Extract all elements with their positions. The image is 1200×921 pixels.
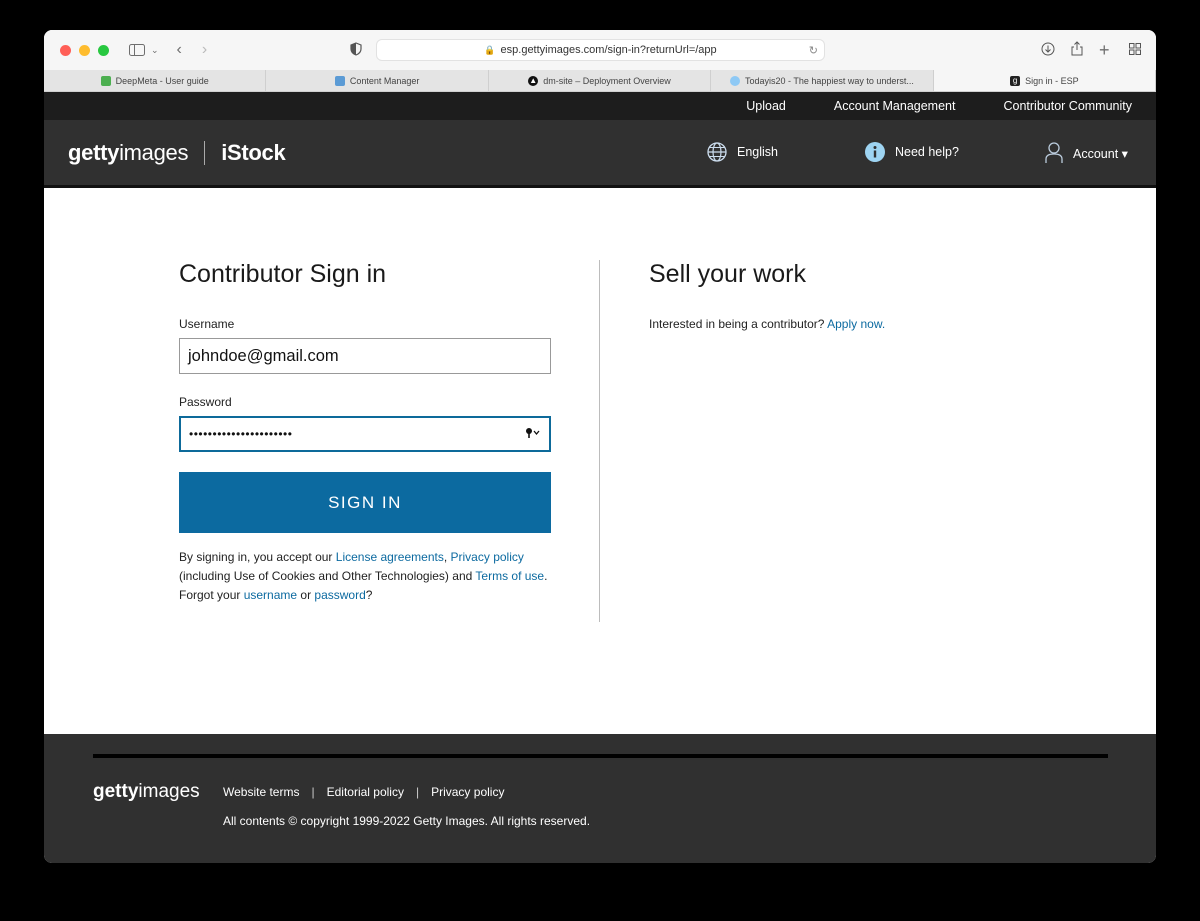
- sign-in-button[interactable]: SIGN IN: [179, 472, 551, 533]
- site-logo[interactable]: getty images iStock: [68, 139, 286, 166]
- getty-favicon-icon: g: [1010, 75, 1021, 86]
- back-icon[interactable]: ‹: [177, 41, 182, 59]
- browser-toolbar: ⌄ ‹ › 🔒 esp.gettyimages.com/sign-in?retu…: [44, 30, 1156, 70]
- browser-window: ⌄ ‹ › 🔒 esp.gettyimages.com/sign-in?retu…: [44, 30, 1156, 863]
- logo-separator: [204, 140, 206, 165]
- sidebar-toggle-icon[interactable]: [129, 44, 145, 56]
- tab-sign-in-esp[interactable]: g Sign in - ESP: [933, 70, 1156, 91]
- keychain-icon[interactable]: [525, 427, 541, 442]
- zoom-window-button[interactable]: [98, 44, 109, 56]
- content-manager-favicon-icon: [334, 75, 345, 86]
- forgot-question: ?: [365, 588, 373, 602]
- editorial-policy-link[interactable]: Editorial policy: [327, 785, 404, 799]
- tab-title: Sign in - ESP: [1025, 75, 1079, 86]
- username-input[interactable]: johndoe@gmail.com: [179, 338, 551, 374]
- footer-links: Website terms | Editorial policy | Priva…: [223, 785, 504, 799]
- close-window-button[interactable]: [60, 44, 71, 56]
- site-footer: gettyimages Website terms | Editorial po…: [44, 734, 1156, 863]
- password-label: Password: [179, 395, 232, 409]
- tab-overview-icon[interactable]: [1129, 43, 1141, 55]
- legal-comma: ,: [443, 550, 451, 564]
- copyright-text: All contents © copyright 1999-2022 Getty…: [223, 814, 591, 828]
- username-label: Username: [179, 317, 235, 331]
- address-bar[interactable]: 🔒 esp.gettyimages.com/sign-in?returnUrl=…: [376, 39, 825, 61]
- url-text: esp.gettyimages.com/sign-in?returnUrl=/a…: [500, 44, 717, 56]
- brand-bar: getty images iStock English Need help? Ac…: [44, 120, 1156, 188]
- chevron-down-icon[interactable]: ⌄: [151, 45, 159, 56]
- download-icon[interactable]: [1041, 42, 1055, 56]
- deepmeta-favicon-icon: [100, 75, 111, 86]
- minimize-window-button[interactable]: [79, 44, 90, 56]
- account-menu[interactable]: Account ▾: [1045, 142, 1128, 164]
- logo-getty: getty: [68, 139, 120, 165]
- footer-logo-images: images: [138, 781, 200, 802]
- account-label: Account ▾: [1073, 146, 1128, 161]
- contributor-community-link[interactable]: Contributor Community: [1003, 99, 1132, 113]
- tab-dm-site[interactable]: ▲ dm-site – Deployment Overview: [489, 70, 712, 91]
- terms-of-use-link[interactable]: Terms of use: [475, 569, 544, 583]
- contributor-text: Interested in being a contributor?: [649, 317, 828, 331]
- sell-your-work: Sell your work Interested in being a con…: [649, 260, 1069, 331]
- sign-in-title: Contributor Sign in: [179, 260, 387, 288]
- forward-icon[interactable]: ›: [202, 41, 207, 59]
- privacy-policy-link[interactable]: Privacy policy: [451, 550, 524, 564]
- tab-todayis20[interactable]: Todayis20 - The happiest way to underst.…: [711, 70, 934, 91]
- forgot-username-link[interactable]: username: [244, 588, 297, 602]
- todayis20-favicon-icon: [729, 75, 740, 86]
- license-agreements-link[interactable]: License agreements: [336, 550, 444, 564]
- tab-content-manager[interactable]: Content Manager: [266, 70, 489, 91]
- tab-title: Todayis20 - The happiest way to underst.…: [744, 75, 914, 86]
- tab-bar: DeepMeta - User guide Content Manager ▲ d…: [44, 70, 1156, 92]
- tab-title: Content Manager: [349, 75, 420, 86]
- footer-rule: [93, 754, 1108, 758]
- account-management-link[interactable]: Account Management: [834, 99, 956, 113]
- forgot-or: or: [297, 588, 315, 602]
- need-help-label: Need help?: [895, 145, 959, 159]
- vercel-favicon-icon: ▲: [528, 75, 539, 86]
- footer-logo[interactable]: gettyimages: [93, 781, 200, 803]
- istock-logo: iStock: [221, 139, 286, 165]
- shield-icon[interactable]: [350, 42, 362, 56]
- footer-logo-getty: getty: [93, 781, 139, 802]
- forgot-password-link[interactable]: password: [314, 588, 365, 602]
- legal-middle: (including Use of Cookies and Other Tech…: [179, 569, 476, 583]
- footer-separator: |: [311, 785, 315, 799]
- reload-icon[interactable]: ↻: [809, 44, 818, 57]
- tab-title: DeepMeta - User guide: [115, 75, 209, 86]
- sell-title: Sell your work: [649, 260, 806, 288]
- need-help-link[interactable]: Need help?: [865, 142, 959, 162]
- legal-text: By signing in, you accept our License ag…: [179, 548, 551, 605]
- column-divider: [599, 260, 600, 622]
- apply-now-link[interactable]: Apply now.: [827, 317, 885, 331]
- forgot-prefix: Forgot your: [179, 588, 244, 602]
- user-icon: [1045, 142, 1063, 163]
- language-label: English: [737, 145, 778, 159]
- password-input[interactable]: ••••••••••••••••••••••: [179, 416, 551, 452]
- language-selector[interactable]: English: [707, 142, 778, 162]
- window-controls: [60, 44, 109, 56]
- legal-prefix: By signing in, you accept our: [179, 550, 336, 564]
- password-value: ••••••••••••••••••••••: [189, 427, 293, 441]
- info-icon: [865, 142, 885, 162]
- globe-icon: [707, 142, 727, 162]
- website-terms-link[interactable]: Website terms: [223, 785, 299, 799]
- tab-deepmeta[interactable]: DeepMeta - User guide: [44, 70, 267, 91]
- main-content: Contributor Sign in Username johndoe@gma…: [44, 188, 1156, 734]
- logo-images: images: [119, 139, 189, 165]
- sign-in-form: Contributor Sign in Username johndoe@gma…: [179, 260, 551, 605]
- upload-link[interactable]: Upload: [746, 99, 786, 113]
- new-tab-icon[interactable]: +: [1099, 40, 1110, 61]
- site-top-nav: Upload Account Management Contributor Co…: [44, 92, 1156, 120]
- share-icon[interactable]: [1071, 41, 1083, 56]
- username-value: johndoe@gmail.com: [188, 346, 339, 365]
- lock-icon: 🔒: [484, 44, 496, 55]
- tab-title: dm-site – Deployment Overview: [543, 75, 671, 86]
- footer-separator: |: [415, 785, 420, 799]
- contributor-prompt: Interested in being a contributor? Apply…: [649, 317, 1069, 331]
- legal-period: .: [544, 569, 548, 583]
- footer-privacy-policy-link[interactable]: Privacy policy: [431, 785, 504, 799]
